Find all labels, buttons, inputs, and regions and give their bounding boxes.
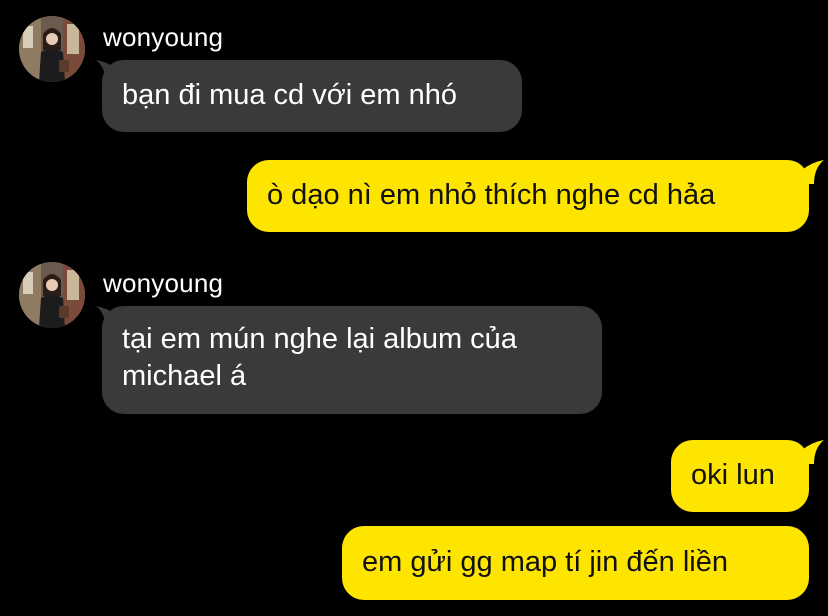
sender-avatar[interactable]: [19, 262, 85, 328]
outgoing-message-bubble[interactable]: em gửi gg map tí jin đến liền: [342, 526, 809, 600]
sender-avatar[interactable]: [19, 16, 85, 82]
profile-photo-avatar-icon: [19, 262, 85, 328]
sender-name: wonyoung: [103, 22, 224, 52]
chat-thread: wonyoung bạn đi mua cd với em nhó ò dạo …: [0, 0, 828, 616]
incoming-message-bubble[interactable]: tại em mún nghe lại album của michael á: [102, 306, 602, 414]
profile-photo-avatar-icon: [19, 16, 85, 82]
outgoing-message-bubble[interactable]: ò dạo nì em nhỏ thích nghe cd hảa: [247, 160, 809, 232]
incoming-message-bubble[interactable]: bạn đi mua cd với em nhó: [102, 60, 522, 132]
sender-name: wonyoung: [103, 268, 224, 298]
outgoing-message-bubble[interactable]: oki lun: [671, 440, 809, 512]
